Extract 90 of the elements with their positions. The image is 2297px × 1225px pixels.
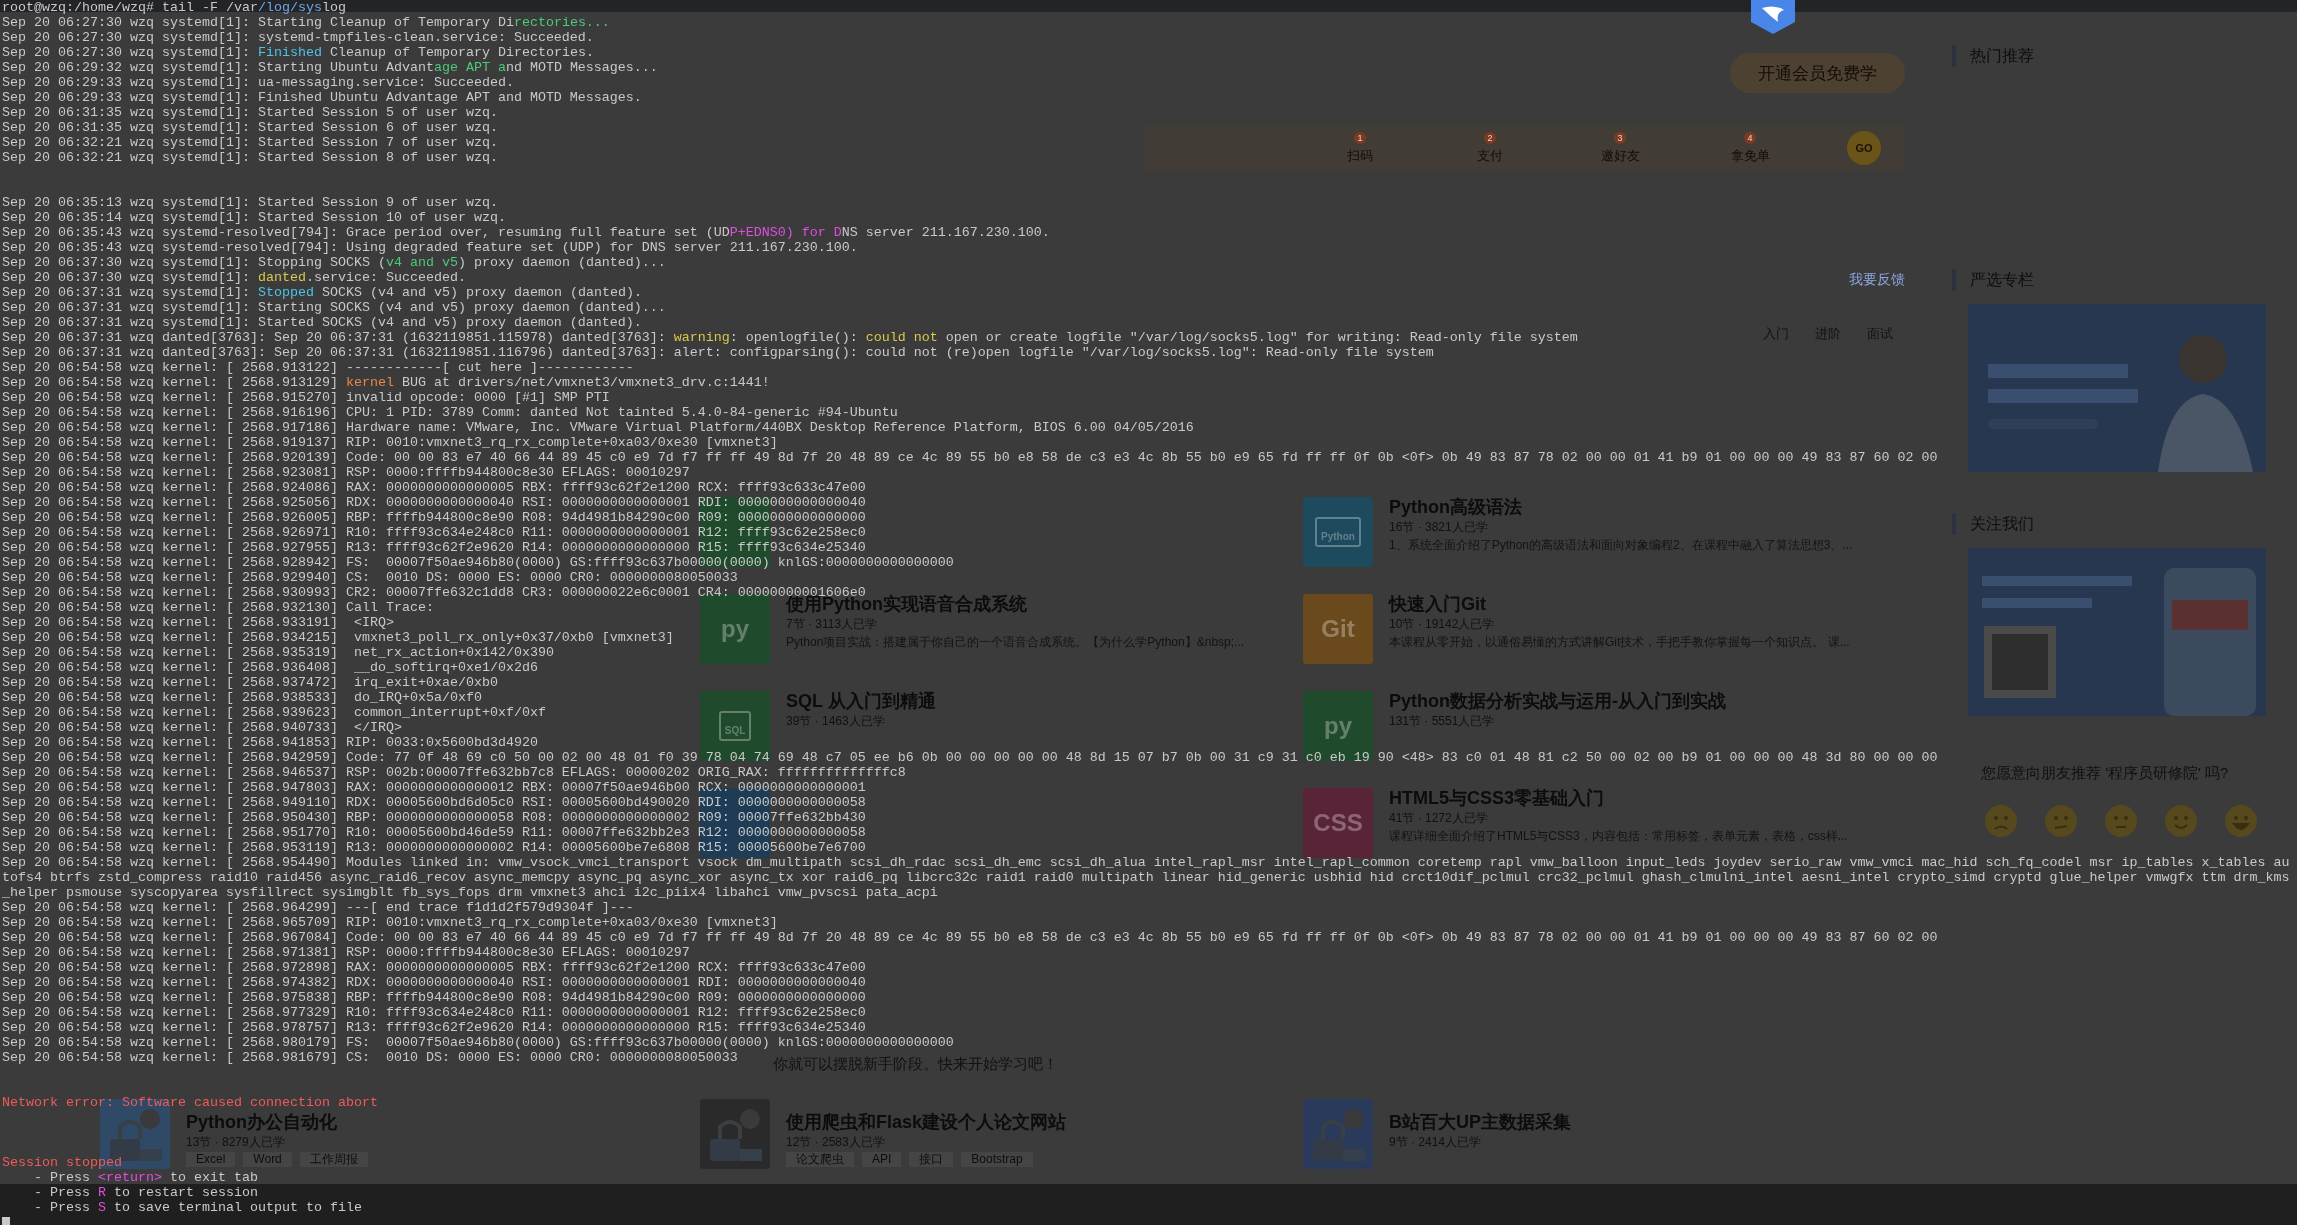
terminal-line: Sep 20 06:54:58 wzq kernel: [ 2568.926971] R10: ffff93c634e248c0 R11: 0000000000000001 R12: ffff93c62e258ec0 [2,525,866,540]
terminal-line: Sep 20 06:37:31 wzq danted[3763]: Sep 20 06:37:31 (1632119851.115978) danted[3763]: warning: openlogfile(): could not open or create logfile "/var/log/socks5.log" for writing: Read-only file system [2,330,1578,345]
bird-logo-icon [1748,0,1798,34]
terminal-line: Sep 20 06:54:58 wzq kernel: [ 2568.974382] RDX: 0000000000000040 RSI: 0000000000000001 RDI: 0000000000000040 [2,975,866,990]
terminal-line: tofs4 btrfs zstd_compress raid10 raid456 async_raid6_recov async_memcpy async_pq async_xor async_tx xor raid6_pq libcrc32c raid1 raid0 multipath linear hid_generic usbhid hid crct10dif_pclmul crc32_pclmul ghash_clmulni_intel aesni_intel crypto_simd cryptd glue_helper vmwgfx ttm drm_kms [2,870,2290,885]
terminal-line: Sep 20 06:54:58 wzq kernel: [ 2568.942959] Code: 77 0f 48 69 c0 50 00 02 00 48 01 f0 39 78 04 74 69 48 c7 05 ee b6 0b 00 00 00 00 00 48 8d 15 07 b7 0b 00 31 c9 31 c0 eb 19 90 <48> 83 c0 01 48 81 c2 50 00 02 00 b9 01 00 00 00 48 3d 80 00 00 00 [2,750,1938,765]
terminal-line: Sep 20 06:54:58 wzq kernel: [ 2568.981679] CS: 0010 DS: 0000 ES: 0000 CR0: 0000000080050033 [2,1050,738,1065]
terminal-line: Sep 20 06:54:58 wzq kernel: [ 2568.937472] irq_exit+0xae/0xb0 [2,675,498,690]
terminal-line: Sep 20 06:54:58 wzq kernel: [ 2568.971381] RSP: 0000:ffffb944800c8e30 EFLAGS: 00010297 [2,945,690,960]
confused-face-icon[interactable] [2045,805,2077,837]
terminal-line: - Press <return> to exit tab [33,1170,258,1185]
terminal-line: Sep 20 06:37:31 wzq systemd[1]: Started SOCKS (v4 and v5) proxy daemon (danted). [2,315,642,330]
terminal-line: Sep 20 06:27:30 wzq systemd[1]: systemd-tmpfiles-clean.service: Succeeded. [2,30,594,45]
terminal-line: Sep 20 06:35:43 wzq systemd-resolved[794]: Using degraded feature set (UDP) for DNS server 211.167.230.100. [2,240,858,255]
terminal-line: Sep 20 06:29:33 wzq systemd[1]: Finished Ubuntu Advantage APT and MOTD Messages. [2,90,642,105]
terminal-line: - Press R to restart session [33,1185,258,1200]
terminal-line: Sep 20 06:54:58 wzq kernel: [ 2568.940733] </IRQ> [2,720,402,735]
terminal-line: Sep 20 06:29:32 wzq systemd[1]: Starting Ubuntu Advantage APT and MOTD Messages... [2,60,658,75]
course-thumbnail: Git [1303,594,1373,664]
terminal-line: Sep 20 06:54:58 wzq kernel: [ 2568.950430] RBP: 0000000000000058 R08: 0000000000000002 R09: 00007ffe632bb430 [2,810,866,825]
step-number: 2 [1484,131,1496,144]
terminal-line: Sep 20 06:54:58 wzq kernel: [ 2568.967084] Code: 00 00 83 e7 40 66 44 89 45 c0 e9 7d f7 ff ff 49 8d 7f 20 48 89 ce 4c 89 55 b0 e8 58 de c3 e3 4c 8b 55 b0 e9 65 fd ff ff 0f 0b <0f> 0b 49 83 87 78 02 00 00 01 41 b9 01 00 00 00 49 83 87 60 02 00 [2,930,1938,945]
terminal-line: Sep 20 06:54:58 wzq kernel: [ 2568.946537] RSP: 002b:00007ffe632bb7c8 EFLAGS: 00000202 ORIG_RAX: ffffffffffffffc8 [2,765,906,780]
terminal-line: Sep 20 06:54:58 wzq kernel: [ 2568.920139] Code: 00 00 83 e7 40 66 44 89 45 c0 e9 7d f7 ff ff 49 8d 7f 20 48 89 ce 4c 89 55 b0 e8 58 de c3 e3 4c 8b 55 b0 e9 65 fd ff ff 0f 0b <0f> 0b 49 83 87 78 02 00 00 01 41 b9 01 00 00 00 49 83 87 60 02 00 [2,450,1938,465]
terminal-line: Sep 20 06:54:58 wzq kernel: [ 2568.926005] RBP: ffffb944800c8e90 R08: 94d4981b84290c00 R09: 0000000000000000 [2,510,866,525]
terminal-line: Sep 20 06:54:58 wzq kernel: [ 2568.975838] RBP: ffffb944800c8e90 R08: 94d4981b84290c00 R09: 0000000000000000 [2,990,866,1005]
terminal-line: Session stopped [2,1155,122,1170]
terminal-line: Sep 20 06:35:13 wzq systemd[1]: Started Session 9 of user wzq. [2,195,498,210]
membership-button[interactable]: 开通会员免费学 [1730,53,1905,93]
terminal-line: Sep 20 06:54:58 wzq kernel: [ 2568.924086] RAX: 0000000000000005 RBX: ffff93c62f2e1200 RCX: ffff93c633c47e00 [2,480,866,495]
smile-face-icon[interactable] [2165,805,2197,837]
course-thumbnail: CSS [1303,788,1373,858]
terminal-line: Sep 20 06:31:35 wzq systemd[1]: Started Session 6 of user wzq. [2,120,498,135]
terminal-line: Sep 20 06:37:31 wzq systemd[1]: Stopped SOCKS (v4 and v5) proxy daemon (danted). [2,285,642,300]
terminal-line: Sep 20 06:35:43 wzq systemd-resolved[794]: Grace period over, resuming full feature set (UDP+EDNS0) for DNS server 211.167.230.100. [2,225,1050,240]
step-number: 4 [1744,131,1756,144]
terminal-line: Sep 20 06:54:58 wzq kernel: [ 2568.929940] CS: 0010 DS: 0000 ES: 0000 CR0: 0000000080050033 [2,570,738,585]
terminal-line: Sep 20 06:54:58 wzq kernel: [ 2568.925056] RDX: 0000000000000040 RSI: 0000000000000001 RDI: 0000000000000040 [2,495,866,510]
terminal-line: Sep 20 06:54:58 wzq kernel: [ 2568.977329] R10: ffff93c634e248c0 R11: 0000000000000001 R12: ffff93c62e258ec0 [2,1005,866,1020]
command-prompt: root@wzq:/home/wzq# tail -F /var/log/syslog [2,0,346,15]
terminal-line: Sep 20 06:54:58 wzq kernel: [ 2568.978757] R13: ffff93c62f2e9620 R14: 0000000000000000 R15: ffff93c634e25340 [2,1020,866,1035]
terminal-line: Sep 20 06:54:58 wzq kernel: [ 2568.949110] RDX: 00005600bd6d05c0 RSI: 00005600bd490020 RDI: 0000000000000058 [2,795,866,810]
terminal-line: Network error: Software caused connection abort [2,1095,378,1110]
terminal-line: Sep 20 06:27:30 wzq systemd[1]: Finished Cleanup of Temporary Directories. [2,45,594,60]
terminal-line: Sep 20 06:54:58 wzq kernel: [ 2568.913122] ------------[ cut here ]------------ [2,360,634,375]
terminal-line: Sep 20 06:37:31 wzq danted[3763]: Sep 20 06:37:31 (1632119851.116796) danted[3763]: alert: configparsing(): could not (re)open logfile "/var/log/socks5.log": Read-only file system [2,345,1434,360]
terminal-line: Sep 20 06:54:58 wzq kernel: [ 2568.933191] <IRQ> [2,615,394,630]
terminal-line: Sep 20 06:54:58 wzq kernel: [ 2568.938533] do_IRQ+0x5a/0xf0 [2,690,482,705]
course-tag[interactable]: Bootstrap [961,1152,1033,1167]
terminal-line: Sep 20 06:54:58 wzq kernel: [ 2568.941853] RIP: 0033:0x5600bd3d4920 [2,735,538,750]
terminal-line: - Press S to save terminal output to file [33,1200,362,1215]
terminal-line: Sep 20 06:54:58 wzq kernel: [ 2568.935319] net_rx_action+0x142/0x390 [2,645,554,660]
go-coin[interactable]: GO [1847,131,1881,165]
terminal-line: Sep 20 06:54:58 wzq kernel: [ 2568.947803] RAX: 0000000000000012 RBX: 00007f50ae946b00 RCX: 0000000000000001 [2,780,866,795]
terminal-line: Sep 20 06:37:31 wzq systemd[1]: Starting SOCKS (v4 and v5) proxy daemon (danted)... [2,300,666,315]
terminal-line: _helper psmouse syscopyarea sysfillrect sysimgblt fb_sys_fops drm vmxnet3 ahci i2c_piix4 libahci vmw_pvscsi pata_acpi [2,885,938,900]
step-number: 3 [1614,131,1626,144]
terminal-line: Sep 20 06:37:30 wzq systemd[1]: Stopping SOCKS (v4 and v5) proxy daemon (danted)... [2,255,666,270]
terminal-line: Sep 20 06:31:35 wzq systemd[1]: Started Session 5 of user wzq. [2,105,498,120]
terminal-line: Sep 20 06:54:58 wzq kernel: [ 2568.916196] CPU: 1 PID: 3789 Comm: danted Not tainted 5.4.0-84-generic #94-Ubuntu [2,405,898,420]
feedback-link[interactable]: 我要反馈 [1849,271,1905,289]
terminal-line: Sep 20 06:54:58 wzq kernel: [ 2568.923081] RSP: 0000:ffffb944800c8e30 EFLAGS: 00010297 [2,465,690,480]
terminal-line: Sep 20 06:54:58 wzq kernel: [ 2568.932130] Call Trace: [2,600,434,615]
terminal-line: Sep 20 06:54:58 wzq kernel: [ 2568.927955] R13: ffff93c62f2e9620 R14: 0000000000000000 R15: ffff93c634e25340 [2,540,866,555]
terminal-line: Sep 20 06:54:58 wzq kernel: [ 2568.980179] FS: 00007f50ae946b80(0000) GS:ffff93c637b00000(0000) knlGS:0000000000000000 [2,1035,954,1050]
terminal-line: Sep 20 06:32:21 wzq systemd[1]: Started Session 7 of user wzq. [2,135,498,150]
step-number: 1 [1354,131,1366,144]
terminal-line: Sep 20 06:54:58 wzq kernel: [ 2568.917186] Hardware name: VMware, Inc. VMware Virtual Platform/440BX Desktop Reference Platform, BIOS 6.00 04/05/2016 [2,420,1194,435]
neutral-face-icon[interactable] [2105,805,2137,837]
terminal-line: Sep 20 06:27:30 wzq systemd[1]: Starting Cleanup of Temporary Directories... [2,15,610,30]
terminal-line: Sep 20 06:54:58 wzq kernel: [ 2568.919137] RIP: 0010:vmxnet3_rq_rx_complete+0xa03/0xe30 [vmxnet3] [2,435,778,450]
course-thumbnail: Python [1303,497,1373,567]
laugh-face-icon[interactable] [2225,805,2257,837]
terminal-line: Sep 20 06:29:33 wzq systemd[1]: ua-messaging.service: Succeeded. [2,75,514,90]
terminal-line: Sep 20 06:54:58 wzq kernel: [ 2568.951770] R10: 00005600bd46de59 R11: 00007ffe632bb2e3 R12: 0000000000000058 [2,825,866,840]
terminal-line: Sep 20 06:54:58 wzq kernel: [ 2568.934215] vmxnet3_poll_rx_only+0x37/0xb0 [vmxnet3] [2,630,674,645]
terminal-line: Sep 20 06:54:58 wzq kernel: [ 2568.928942] FS: 00007f50ae946b80(0000) GS:ffff93c637b00000(0000) knlGS:0000000000000000 [2,555,954,570]
terminal-line: Sep 20 06:54:58 wzq kernel: [ 2568.936408] __do_softirq+0xe1/0x2d6 [2,660,538,675]
terminal-line: Sep 20 06:54:58 wzq kernel: [ 2568.965709] RIP: 0010:vmxnet3_rq_rx_complete+0xa03/0xe30 [vmxnet3] [2,915,778,930]
terminal-line: Sep 20 06:54:58 wzq kernel: [ 2568.972898] RAX: 0000000000000005 RBX: ffff93c62f2e1200 RCX: ffff93c633c47e00 [2,960,866,975]
terminal-line: Sep 20 06:32:21 wzq systemd[1]: Started Session 8 of user wzq. [2,150,498,165]
terminal-line: Sep 20 06:54:58 wzq kernel: [ 2568.964299] ---[ end trace f1d1d2f579d9304f ]--- [2,900,634,915]
angry-face-icon[interactable] [1985,805,2017,837]
terminal-line: Sep 20 06:35:14 wzq systemd[1]: Started Session 10 of user wzq. [2,210,506,225]
terminal-line: Sep 20 06:54:58 wzq kernel: [ 2568.915270] invalid opcode: 0000 [#1] SMP PTI [2,390,610,405]
terminal-line: Sep 20 06:54:58 wzq kernel: [ 2568.939623] common_interrupt+0xf/0xf [2,705,546,720]
terminal-line: Sep 20 06:54:58 wzq kernel: [ 2568.954490] Modules linked in: vmw_vsock_vmci_transport vsock dm_multipath scsi_dh_rdac scsi_dh_emc scsi_dh_alua intel_rapl_msr intel_rapl_common coretemp rapl vmw_balloon input_leds joydev serio_raw vmw_vmci mac_hid sch_fq_codel msr ip_tables x_tables au [2,855,2290,870]
terminal-line: Sep 20 06:54:58 wzq kernel: [ 2568.913129] kernel BUG at drivers/net/vmxnet3/vmxnet3_drv.c:1441! [2,375,770,390]
terminal-line: Sep 20 06:54:58 wzq kernel: [ 2568.953119] R13: 0000000000000002 R14: 00005600be7e6808 R15: 00005600be7e6700 [2,840,866,855]
terminal-line: Sep 20 06:37:30 wzq systemd[1]: danted.service: Succeeded. [2,270,466,285]
